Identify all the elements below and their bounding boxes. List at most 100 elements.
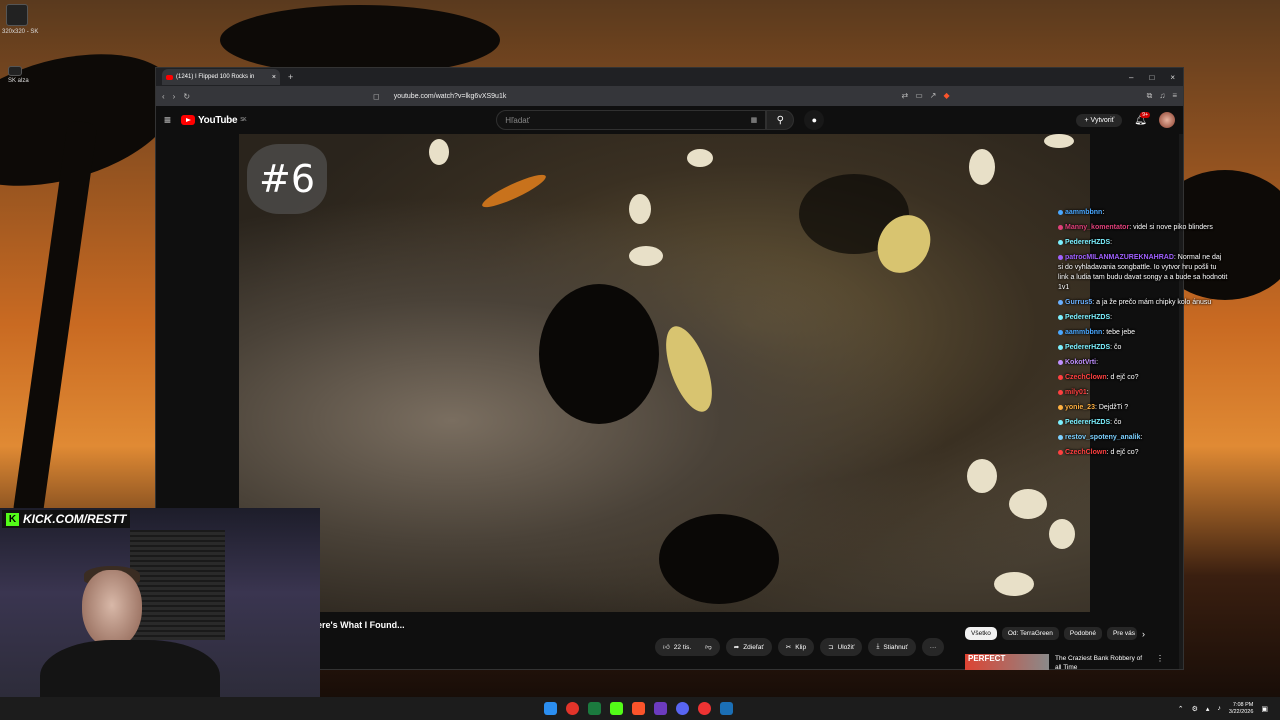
chat-message: Gurrus5: a ja že prečo mám chipky kolo á… (1058, 298, 1228, 308)
clip-button[interactable]: ✂ Klip (777, 638, 815, 656)
chat-text: d ejč co? (1110, 374, 1139, 381)
avatar[interactable] (1159, 112, 1175, 128)
recommended-thumbnail[interactable]: PERFECT (965, 654, 1049, 670)
notification-center-icon[interactable]: ▣ (1261, 705, 1268, 713)
hamburger-menu-icon[interactable]: ≡ (164, 113, 171, 127)
tray-chevron-icon[interactable]: ⌃ (1178, 705, 1184, 713)
chat-badge-icon (1058, 449, 1063, 455)
video-decor (539, 284, 659, 424)
share-button[interactable]: ➦ Zdieľať (725, 638, 772, 656)
chip-from-channel[interactable]: Od: TerraGreen (1001, 627, 1059, 640)
scissors-icon: ✂ (785, 644, 792, 651)
chat-message: PedererHZDS: čo (1058, 418, 1228, 428)
wifi-icon[interactable]: ▴ (1206, 705, 1210, 713)
chip-related[interactable]: Podobné (1063, 627, 1102, 640)
chrome-icon[interactable] (698, 702, 711, 715)
chat-message: Manny_komentator: videl si nove piko bli… (1058, 223, 1228, 233)
video-decor (687, 149, 713, 167)
clock[interactable]: 7:08 PM 3/22/2026 (1229, 702, 1253, 716)
stream-chat-overlay: aammbbnn: Manny_komentator: videl si nov… (1058, 208, 1228, 463)
tab-title: (1241) I Flipped 100 Rocks in (176, 74, 255, 80)
video-decor (969, 149, 995, 185)
maps-icon[interactable] (566, 702, 579, 715)
chat-message: PedererHZDS: čo (1058, 343, 1228, 353)
chevron-right-icon[interactable]: › (1142, 629, 1145, 639)
more-actions-button[interactable]: ··· (921, 638, 945, 656)
like-button[interactable]: 👍︎ 22 tis. 👎︎ (655, 638, 720, 656)
chat-badge-icon (1058, 314, 1063, 320)
kick-app-icon[interactable] (610, 702, 623, 715)
desktop-app-icon-2[interactable] (8, 66, 22, 76)
chat-text: čo (1114, 344, 1122, 351)
chat-message: PedererHZDS: (1058, 313, 1228, 323)
browser-tab[interactable]: (1241) I Flipped 100 Rocks in × (162, 69, 280, 85)
share-page-icon[interactable]: ↗ (930, 91, 937, 101)
taskbar-apps (544, 702, 733, 715)
screenshot-icon[interactable]: ▭ (915, 91, 923, 101)
discord-icon[interactable] (676, 702, 689, 715)
bookmark-icon[interactable]: ◻ (373, 92, 380, 101)
media-icon[interactable]: ♫ (1159, 91, 1165, 101)
share-icon: ➦ (733, 644, 740, 651)
extensions-icon[interactable]: ⧉ (1147, 91, 1153, 101)
excel-icon[interactable] (588, 702, 601, 715)
chat-username: PedererHZDS (1065, 419, 1111, 426)
chat-username: Gurrus5 (1065, 299, 1093, 306)
chip-for-you[interactable]: Pre vás (1106, 627, 1137, 640)
video-actions: 👍︎ 22 tis. 👎︎ ➦ Zdieľať ✂ Klip ⊐ Uložiť ⤓ St… (655, 638, 945, 656)
more-options-icon[interactable]: ⋮ (1156, 654, 1164, 672)
voice-search-button[interactable]: ● (804, 110, 825, 130)
clip-label: Klip (795, 643, 807, 651)
maximize-button[interactable]: □ (1149, 73, 1154, 82)
search-button[interactable]: ⚲ (766, 110, 795, 130)
chat-separator: : (1096, 359, 1099, 366)
chat-badge-icon (1058, 254, 1063, 260)
close-window-button[interactable]: × (1170, 73, 1175, 82)
notifications-badge: 9+ (1140, 111, 1150, 118)
search-input[interactable]: Hľadať ▦ (496, 110, 767, 130)
recommended-video[interactable]: PERFECT The Craziest Bank Robbery of all… (965, 654, 1164, 672)
desktop-app-icon[interactable] (6, 4, 28, 26)
recommended-title[interactable]: The Craziest Bank Robbery of all Time (1055, 654, 1150, 672)
reload-icon[interactable]: ↻ (183, 92, 190, 101)
url-field[interactable]: youtube.com/watch?v=lkg6vXS9u1k (394, 93, 507, 100)
obs-icon[interactable] (654, 702, 667, 715)
chat-separator: : (1110, 314, 1113, 321)
save-button[interactable]: ⊐ Uložiť (820, 638, 863, 656)
back-icon[interactable]: ‹ (162, 92, 165, 101)
keyboard-icon[interactable]: ▦ (751, 116, 758, 124)
volume-icon[interactable]: ♪ (1217, 705, 1221, 712)
kick-overlay: K KICK.COM/RESTT (2, 510, 131, 528)
notifications-button[interactable]: 🔔︎ 9+ (1134, 111, 1150, 126)
tab-close-icon[interactable]: × (272, 74, 276, 81)
download-button[interactable]: ⤓ Stiahnuť (868, 638, 916, 656)
kick-url: KICK.COM/RESTT (23, 512, 127, 526)
youtube-logo[interactable]: YouTube SK (181, 114, 247, 126)
thumbs-up-icon: 👍︎ (663, 644, 670, 651)
chat-text: a ja že prečo mám chipky kolo ánusu (1096, 299, 1212, 306)
save-label: Uložiť (837, 643, 855, 651)
brave-shield-icon[interactable]: ◆ (943, 91, 949, 101)
forward-icon[interactable]: › (173, 92, 176, 101)
chat-badge-icon (1058, 224, 1063, 230)
create-button[interactable]: + Vytvoriť (1076, 113, 1123, 127)
video-player[interactable]: #6 (239, 134, 1090, 612)
chip-all[interactable]: Všetko (965, 627, 997, 640)
dislike-icon[interactable]: 👎︎ (705, 643, 712, 651)
brave-icon[interactable] (632, 702, 645, 715)
translate-icon[interactable]: ⇄ (901, 91, 908, 101)
new-tab-button[interactable]: + (288, 72, 293, 82)
steam-icon[interactable] (720, 702, 733, 715)
video-decor (994, 572, 1034, 596)
chat-username: PedererHZDS (1065, 314, 1111, 321)
chat-badge-icon (1058, 329, 1063, 335)
minimize-button[interactable]: – (1129, 73, 1133, 82)
network-icon[interactable]: ⚙ (1192, 705, 1198, 713)
video-decor (629, 246, 663, 266)
browser-menu-icon[interactable]: ≡ (1172, 91, 1177, 101)
windows-start-icon[interactable] (544, 702, 557, 715)
chat-text: čo (1114, 419, 1122, 426)
taskbar: ⌃ ⚙ ▴ ♪ 7:08 PM 3/22/2026 ▣ (0, 697, 1280, 720)
chat-username: aammbbnn (1065, 329, 1103, 336)
youtube-logo-text: YouTube (198, 114, 238, 126)
